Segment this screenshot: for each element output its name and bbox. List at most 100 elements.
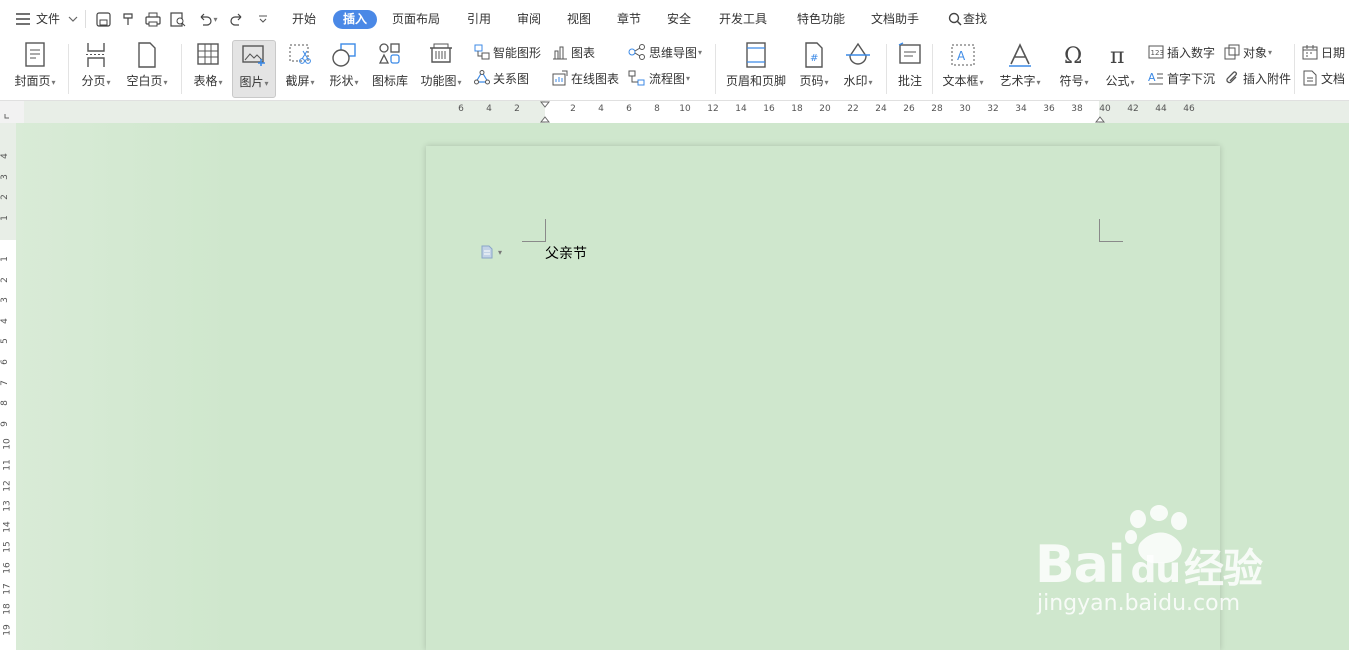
mind-map-button[interactable]: 思维导图 ▾ — [628, 42, 702, 62]
smart-art-button[interactable]: 智能图形 — [474, 42, 541, 62]
picture-button[interactable]: 图片▾ — [232, 40, 276, 98]
header-footer-button[interactable]: 页眉和页脚 — [722, 40, 790, 98]
redo-icon[interactable] — [228, 10, 246, 28]
divider — [68, 44, 69, 94]
header-footer-label: 页眉和页脚 — [725, 74, 786, 88]
tab-page-layout[interactable]: 页面布局 — [392, 10, 440, 29]
ruler-tick-label: 19 — [2, 624, 13, 636]
ruler-tick-label: 7 — [0, 379, 10, 386]
smart-art-label: 智能图形 — [493, 45, 542, 60]
svg-text:A: A — [957, 49, 966, 63]
scissors-icon — [289, 44, 311, 64]
relation-chart-icon — [474, 70, 490, 85]
relation-chart-button[interactable]: 关系图 — [474, 68, 529, 88]
shapes-button[interactable]: 形状▾ — [324, 40, 364, 98]
doc-part-button[interactable]: 文档 — [1302, 68, 1345, 88]
shapes-icon — [332, 43, 356, 67]
document-text[interactable]: 父亲节 — [545, 243, 587, 263]
file-menu[interactable]: 文件 — [36, 10, 60, 29]
drop-cap-button[interactable]: A 首字下沉 — [1148, 68, 1215, 88]
undo-dropdown-icon[interactable]: ▾ — [210, 10, 220, 28]
online-chart-icon — [552, 70, 568, 86]
tab-security[interactable]: 安全 — [667, 10, 691, 29]
ruler-corner[interactable] — [0, 101, 24, 123]
search-label[interactable]: 查找 — [963, 10, 987, 29]
online-chart-button[interactable]: 在线图表 — [552, 68, 619, 88]
ruler-tick-label: 3 — [0, 173, 10, 180]
vertical-ruler[interactable]: 4 3 2 1 1 2 3 4 5 6 7 8 9 10 11 12 13 14 15 16 17 18 19 — [0, 123, 16, 650]
watermark-button[interactable]: 水印▾ — [838, 40, 878, 98]
formula-button[interactable]: π 公式▾ — [1100, 40, 1140, 98]
flow-chart-icon — [628, 70, 645, 86]
tab-developer[interactable]: 开发工具 — [719, 10, 767, 29]
ruler-tick-label: 34 — [1015, 104, 1027, 114]
ruler-tick-label: 32 — [987, 104, 999, 114]
customize-toolbar-icon[interactable] — [254, 10, 272, 28]
tab-review[interactable]: 审阅 — [517, 10, 541, 29]
right-indent-marker-icon[interactable] — [1095, 101, 1105, 123]
object-button[interactable]: 对象 ▾ — [1224, 42, 1272, 62]
mind-map-label: 思维导图 — [649, 45, 698, 60]
word-art-label: 艺术字 — [999, 74, 1036, 88]
ruler-tick-label: 3 — [0, 297, 10, 304]
tab-doc-assistant[interactable]: 文档助手 — [871, 10, 919, 29]
screenshot-button[interactable]: 截屏▾ — [280, 40, 320, 98]
watermark-jingyan: 经验 — [1183, 546, 1263, 592]
divider — [932, 44, 933, 94]
function-chart-button[interactable]: 功能图▾ — [418, 40, 464, 98]
insert-number-button[interactable]: 123 插入数字 — [1148, 42, 1215, 62]
ruler-tick-label: 6 — [0, 359, 10, 365]
page-number-button[interactable]: # 页码▾ — [794, 40, 834, 98]
indent-marker-icon[interactable] — [540, 101, 550, 123]
object-icon — [1224, 44, 1240, 60]
symbol-button[interactable]: Ω 符号▾ — [1054, 40, 1094, 98]
hamburger-menu-icon[interactable] — [14, 10, 32, 28]
tab-view[interactable]: 视图 — [567, 10, 591, 29]
header-footer-icon — [746, 42, 766, 68]
word-art-icon — [1009, 43, 1031, 67]
format-painter-icon[interactable] — [119, 10, 137, 28]
divider — [1294, 44, 1295, 94]
text-box-button[interactable]: A 文本框▾ — [938, 40, 988, 98]
ruler-tick-label: 20 — [819, 104, 831, 114]
print-preview-icon[interactable] — [169, 10, 187, 28]
ruler-tick-label: 12 — [707, 104, 719, 114]
number-icon: 123 — [1148, 45, 1164, 59]
ruler-tick-label: 1 — [0, 256, 10, 262]
table-button[interactable]: 表格▾ — [188, 40, 228, 98]
tab-special-features[interactable]: 特色功能 — [797, 10, 845, 29]
icon-library-button[interactable]: 图标库 — [370, 40, 410, 98]
save-icon[interactable] — [94, 10, 112, 28]
print-icon[interactable] — [144, 10, 162, 28]
page-break-button[interactable]: 分页▾ — [76, 40, 116, 98]
function-chart-label: 功能图 — [420, 74, 457, 88]
divider — [85, 10, 86, 28]
chart-button[interactable]: 图表 — [552, 42, 595, 62]
comment-label: 批注 — [897, 74, 922, 88]
comment-button[interactable]: 批注 — [893, 40, 927, 98]
paragraph-options-icon[interactable]: ▾ — [480, 245, 502, 259]
tab-references[interactable]: 引用 — [467, 10, 491, 29]
online-chart-label: 在线图表 — [571, 71, 620, 86]
tab-section[interactable]: 章节 — [617, 10, 641, 29]
ruler-tick-label: 4 — [598, 104, 604, 114]
date-button[interactable]: 日期 — [1302, 42, 1345, 62]
svg-text:π: π — [1110, 44, 1124, 68]
text-box-icon: A — [951, 44, 975, 66]
search-icon[interactable] — [946, 10, 964, 28]
page-break-label: 分页 — [81, 74, 106, 88]
ruler-tick-label: 13 — [2, 500, 13, 512]
menu-bar: 文件 ▾ 开始 插入 页面布局 引用 审阅 视图 章节 安全 开发工具 特色功能… — [0, 0, 1349, 38]
horizontal-ruler[interactable]: 6 4 2 2 4 6 8 10 12 14 16 18 20 22 24 26 28 30 32 34 36 38 40 4… — [24, 101, 1349, 123]
cover-page-button[interactable]: 封面页▾ — [10, 40, 60, 98]
flow-chart-button[interactable]: 流程图 ▾ — [628, 68, 690, 88]
word-art-button[interactable]: 艺术字▾ — [994, 40, 1046, 98]
attachment-button[interactable]: 插入附件 — [1224, 68, 1291, 88]
blank-page-button[interactable]: 空白页▾ — [122, 40, 172, 98]
watermark-label: 水印 — [843, 74, 868, 88]
tab-start[interactable]: 开始 — [292, 10, 316, 29]
ruler-tick-label: 18 — [791, 104, 803, 114]
tab-insert[interactable]: 插入 — [333, 10, 378, 29]
file-chevron-down-icon[interactable] — [64, 10, 82, 28]
watermark-brand-du: du — [1130, 550, 1181, 591]
